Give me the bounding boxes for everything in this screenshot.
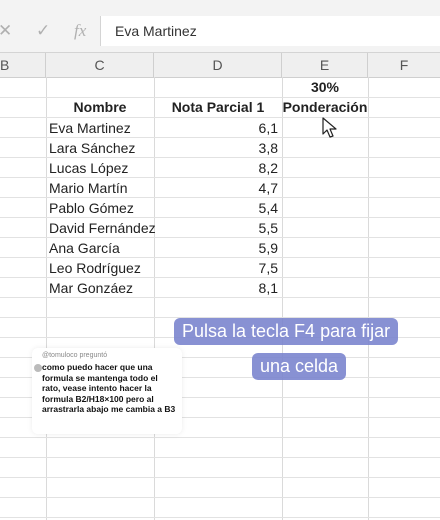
close-x-icon[interactable]: ✕ bbox=[0, 22, 12, 39]
cell-grade[interactable]: 5,4 bbox=[154, 200, 278, 216]
column-header-c[interactable]: C bbox=[46, 53, 154, 77]
cell-name[interactable]: Lucas López bbox=[49, 160, 128, 176]
cell-grade[interactable]: 8,1 bbox=[154, 280, 278, 296]
column-header-d[interactable]: D bbox=[154, 53, 282, 77]
cell-name[interactable]: Ana García bbox=[49, 240, 120, 256]
avatar bbox=[34, 364, 42, 372]
cell-grade[interactable]: 5,5 bbox=[154, 220, 278, 236]
cell-grade[interactable]: 7,5 bbox=[154, 260, 278, 276]
header-nota-parcial[interactable]: Nota Parcial 1 bbox=[154, 99, 282, 115]
formula-bar: ✕ ✓ fx Eva Martinez bbox=[0, 10, 440, 53]
cell-name[interactable]: Mario Martín bbox=[49, 180, 128, 196]
cell-e1-weight[interactable]: 30% bbox=[282, 79, 368, 95]
cell-name[interactable]: David Fernández bbox=[49, 220, 156, 236]
header-nombre[interactable]: Nombre bbox=[46, 99, 154, 115]
cell-grade[interactable]: 6,1 bbox=[154, 120, 278, 136]
comment-text: como puedo hacer que una formula se mant… bbox=[42, 362, 176, 414]
ribbon-edge bbox=[0, 0, 440, 10]
cell-grade[interactable]: 4,7 bbox=[154, 180, 278, 196]
cell-name[interactable]: Pablo Gómez bbox=[49, 200, 134, 216]
column-headers: B C D E F bbox=[0, 53, 440, 78]
cell-grade[interactable]: 3,8 bbox=[154, 140, 278, 156]
cell-name[interactable]: Leo Rodríguez bbox=[49, 260, 141, 276]
formula-input[interactable]: Eva Martinez bbox=[100, 16, 440, 46]
column-header-b[interactable]: B bbox=[0, 53, 46, 77]
comment-reply-card: @tomuloco preguntó como puedo hacer que … bbox=[32, 348, 182, 434]
cell-grade[interactable]: 8,2 bbox=[154, 160, 278, 176]
header-ponderacion[interactable]: Ponderación bbox=[282, 99, 368, 115]
check-icon[interactable]: ✓ bbox=[36, 22, 50, 39]
cell-name[interactable]: Mar Gonzáez bbox=[49, 280, 133, 296]
column-header-e[interactable]: E bbox=[282, 53, 368, 77]
mouse-pointer-icon bbox=[322, 117, 337, 138]
insert-function-icon[interactable]: fx bbox=[74, 22, 86, 39]
cell-grade[interactable]: 5,9 bbox=[154, 240, 278, 256]
caption-line-1: Pulsa la tecla F4 para fijar bbox=[174, 318, 399, 345]
cell-name[interactable]: Lara Sánchez bbox=[49, 140, 135, 156]
cell-name[interactable]: Eva Martinez bbox=[49, 120, 131, 136]
formula-value: Eva Martinez bbox=[115, 23, 197, 39]
comment-header: @tomuloco preguntó bbox=[42, 352, 108, 359]
caption-line-2: una celda bbox=[252, 353, 347, 380]
column-header-f[interactable]: F bbox=[368, 53, 440, 77]
